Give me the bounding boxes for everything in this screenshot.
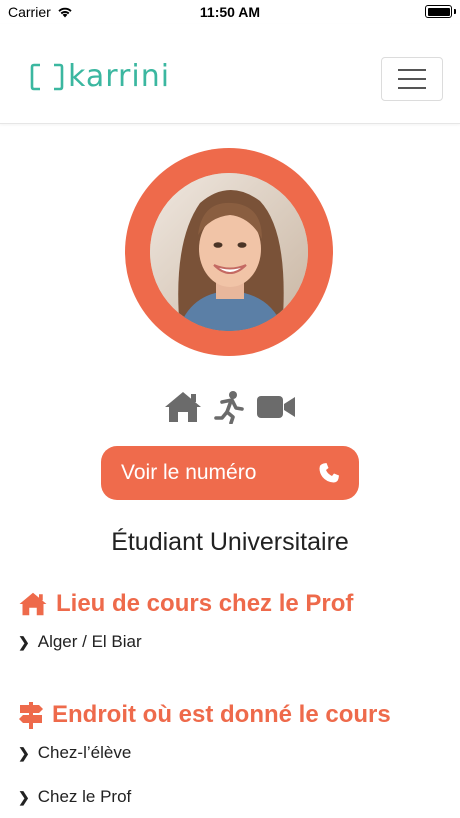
chevron-right-icon: ❯ <box>18 633 30 650</box>
chevron-right-icon: ❯ <box>18 744 30 761</box>
section-title-endroit: Endroit où est donné le cours <box>18 701 391 729</box>
home-icon <box>165 392 201 422</box>
list-item-label: Chez le Prof <box>37 787 132 806</box>
clock: 11:50 AM <box>199 4 261 20</box>
signpost-icon <box>19 702 43 729</box>
section-title-lieu: Lieu de cours chez le Prof <box>18 590 353 618</box>
battery-icon <box>425 5 452 18</box>
hamburger-line <box>398 78 426 80</box>
list-item: ❯ Chez le Prof <box>18 787 131 807</box>
video-camera-icon <box>257 396 295 418</box>
home-icon <box>19 592 47 616</box>
hamburger-line <box>398 87 426 89</box>
hamburger-menu-button[interactable] <box>381 57 443 101</box>
phone-icon <box>319 463 339 483</box>
hamburger-line <box>398 69 426 71</box>
brand-logo[interactable]: karrini <box>30 62 170 92</box>
phone-button-label: Voir le numéro <box>121 461 257 484</box>
lesson-mode-icons <box>0 390 460 424</box>
list-item-label: Chez-l’élève <box>37 743 132 762</box>
profile-subtitle: Étudiant Universitaire <box>111 528 349 556</box>
navbar: karrini <box>0 24 460 124</box>
section-title-text: Endroit où est donné le cours <box>52 701 391 728</box>
section-title-text: Lieu de cours chez le Prof <box>56 590 354 617</box>
battery-tip <box>454 9 456 14</box>
chevron-right-icon: ❯ <box>18 788 30 805</box>
list-item: ❯ Chez-l’élève <box>18 743 131 763</box>
show-phone-number-button[interactable]: Voir le numéro <box>101 446 359 500</box>
running-person-icon <box>214 391 244 424</box>
logo-mark-icon <box>30 63 64 91</box>
logo-text: karrini <box>68 59 171 94</box>
status-bar: Carrier 11:50 AM <box>0 0 460 24</box>
avatar <box>150 173 308 331</box>
profile-photo <box>150 173 308 331</box>
list-item: ❯ Alger / El Biar <box>18 632 142 652</box>
list-item-label: Alger / El Biar <box>37 632 142 651</box>
